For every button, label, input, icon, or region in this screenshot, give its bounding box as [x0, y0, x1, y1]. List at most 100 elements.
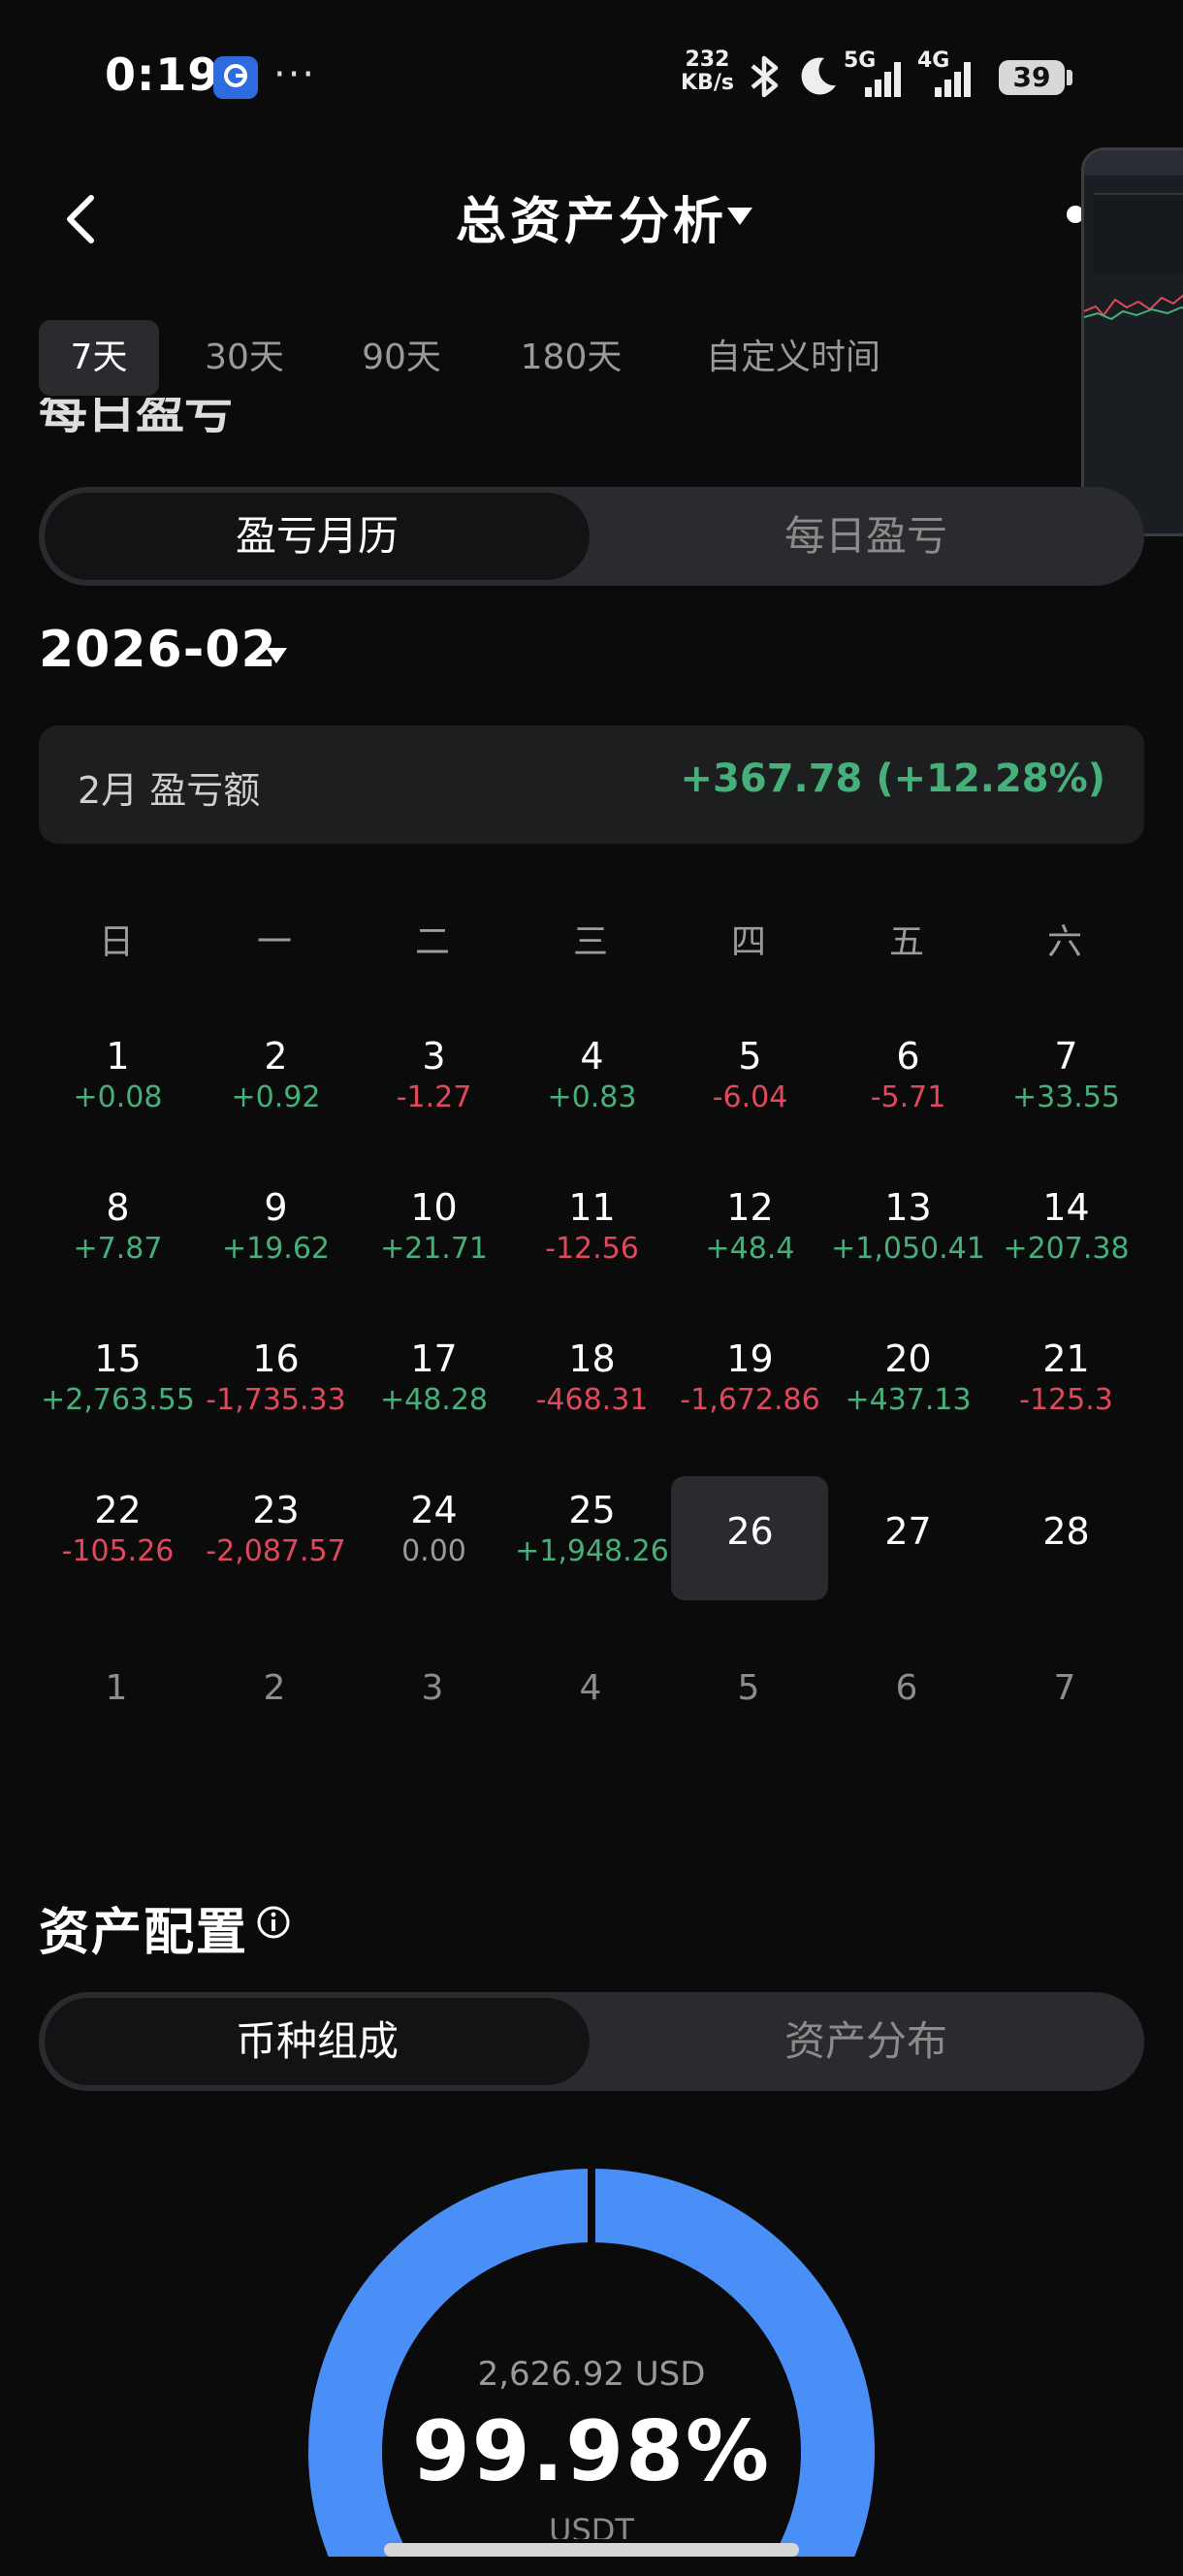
- calendar-day-number: 1: [106, 1035, 130, 1078]
- calendar-day[interactable]: 27: [829, 1509, 987, 1554]
- calendar-day-pnl: -12.56: [545, 1232, 639, 1266]
- calendar-day[interactable]: 12 +48.4: [671, 1185, 829, 1269]
- month-selector[interactable]: 2026-02: [39, 621, 277, 679]
- calendar-day[interactable]: 7 +33.55: [987, 1034, 1145, 1117]
- calendar-day[interactable]: 24 0.00: [355, 1488, 513, 1571]
- calendar-day-pnl: 0.00: [401, 1534, 466, 1568]
- calendar-day-pnl: +21.71: [379, 1232, 489, 1266]
- calendar-day-number: 17: [410, 1337, 458, 1380]
- monthly-summary-label: 2月 盈亏额: [78, 769, 261, 812]
- period-tab-7d[interactable]: 7天: [39, 320, 159, 396]
- calendar-day-pnl: +19.62: [221, 1232, 331, 1266]
- calendar-day-pnl: +0.92: [231, 1080, 321, 1114]
- calendar-day-pnl: +437.13: [845, 1383, 972, 1417]
- top-coin-name: USDT: [549, 2512, 634, 2539]
- calendar-day-pnl: -1,735.33: [206, 1383, 346, 1417]
- calendar-day-number: 7: [1054, 1035, 1078, 1078]
- calendar-day-number: 2: [264, 1035, 288, 1078]
- calendar-day-pnl: -125.3: [1019, 1383, 1113, 1417]
- period-tab-custom[interactable]: 自定义时间: [688, 320, 898, 396]
- calendar-day[interactable]: 17 +48.28: [355, 1336, 513, 1420]
- calendar-day-number: 27: [884, 1510, 932, 1553]
- calendar-day[interactable]: 16 -1,735.33: [197, 1336, 355, 1420]
- calendar-day-number: 22: [94, 1489, 142, 1531]
- calendar-day-pnl: -2,087.57: [206, 1534, 346, 1568]
- calendar-day-pnl: +2,763.55: [41, 1383, 195, 1417]
- calendar-day[interactable]: 28: [987, 1509, 1145, 1554]
- calendar-day-pnl: -468.31: [535, 1383, 649, 1417]
- next-month-day: 4: [579, 1668, 602, 1708]
- calendar-day[interactable]: 18 -468.31: [513, 1336, 671, 1420]
- calendar-day[interactable]: 5 -6.04: [671, 1034, 829, 1117]
- title-dropdown-icon[interactable]: [725, 206, 754, 227]
- calendar-day-pnl: -1.27: [396, 1080, 472, 1114]
- asset-distribution-tab[interactable]: 资产分布: [593, 1998, 1138, 2085]
- weekday-thu: 四: [730, 922, 766, 962]
- monthly-summary-value: +367.78 (+12.28%): [680, 757, 1105, 801]
- calendar-day-number: 19: [726, 1337, 774, 1380]
- calendar-day[interactable]: 4 +0.83: [513, 1034, 671, 1117]
- calendar-day-number: 5: [738, 1035, 762, 1078]
- calendar-day-pnl: +0.08: [73, 1080, 163, 1114]
- weekday-sun: 日: [98, 922, 134, 962]
- calendar-day[interactable]: 20 +437.13: [829, 1336, 987, 1420]
- calendar-day-number: 4: [580, 1035, 604, 1078]
- calendar-day[interactable]: 19 -1,672.86: [671, 1336, 829, 1420]
- calendar-day-number: 21: [1042, 1337, 1090, 1380]
- calendar-day-pnl: +1,948.26: [515, 1534, 669, 1568]
- page-title[interactable]: 总资产分析: [0, 180, 1183, 253]
- weekday-fri: 五: [888, 922, 924, 962]
- calendar-day[interactable]: 23 -2,087.57: [197, 1488, 355, 1571]
- calendar-day[interactable]: 1 +0.08: [39, 1034, 197, 1117]
- calendar-day[interactable]: 25 +1,948.26: [513, 1488, 671, 1571]
- signal-5g-icon: [865, 62, 901, 97]
- info-icon[interactable]: [256, 1905, 291, 1940]
- calendar-day[interactable]: 2 +0.92: [197, 1034, 355, 1117]
- next-month-day: 5: [737, 1668, 760, 1708]
- calendar-day-pnl: +207.38: [1003, 1232, 1130, 1266]
- calendar-day[interactable]: 10 +21.71: [355, 1185, 513, 1269]
- calendar-day[interactable]: 9 +19.62: [197, 1185, 355, 1269]
- weekday-wed: 三: [572, 922, 608, 962]
- allocation-view-toggle: 币种组成 资产分布: [39, 1992, 1144, 2091]
- calendar-day-number: 8: [106, 1186, 130, 1229]
- calendar-day-number: 14: [1042, 1186, 1090, 1229]
- total-asset-amount: 2,626.92 USD: [477, 2355, 706, 2394]
- calendar-day-number: 15: [94, 1337, 142, 1380]
- daily-pnl-section-title: 每日盈亏: [39, 398, 233, 436]
- pnl-calendar-tab[interactable]: 盈亏月历: [45, 493, 590, 580]
- calendar-day-number: 12: [726, 1186, 774, 1229]
- calendar-day-number: 25: [568, 1489, 616, 1531]
- calendar-day[interactable]: 13 +1,050.41: [829, 1185, 987, 1269]
- period-tab-90d[interactable]: 90天: [347, 320, 456, 396]
- calendar-day[interactable]: 11 -12.56: [513, 1185, 671, 1269]
- calendar-day-number: 26: [726, 1510, 774, 1553]
- next-month-day: 6: [895, 1668, 918, 1708]
- battery-icon: 39: [999, 60, 1072, 95]
- calendar-day-number: 6: [896, 1035, 920, 1078]
- calendar-day-number: 20: [884, 1337, 932, 1380]
- home-indicator[interactable]: [384, 2543, 799, 2557]
- calendar-day[interactable]: 15 +2,763.55: [39, 1336, 197, 1420]
- calendar-day[interactable]: 3 -1.27: [355, 1034, 513, 1117]
- weekday-tue: 二: [414, 922, 450, 962]
- period-tab-180d[interactable]: 180天: [506, 320, 636, 396]
- status-more-icon: ···: [273, 52, 317, 97]
- month-dropdown-icon[interactable]: [264, 646, 289, 665]
- floating-window-thumbnail[interactable]: [1081, 147, 1183, 536]
- calendar-day-pnl: -6.04: [712, 1080, 788, 1114]
- calendar-day[interactable]: 6 -5.71: [829, 1034, 987, 1117]
- calendar-day[interactable]: 8 +7.87: [39, 1185, 197, 1269]
- calendar-day-number: 18: [568, 1337, 616, 1380]
- calendar-day[interactable]: 14 +207.38: [987, 1185, 1145, 1269]
- calendar-day-today[interactable]: 26: [671, 1509, 829, 1554]
- coin-composition-tab[interactable]: 币种组成: [45, 1998, 590, 2085]
- net-speed: 232 KB/s: [681, 48, 734, 95]
- daily-pnl-tab[interactable]: 每日盈亏: [593, 493, 1138, 580]
- calendar-day[interactable]: 21 -125.3: [987, 1336, 1145, 1420]
- calendar-day-pnl: -1,672.86: [680, 1383, 820, 1417]
- calendar-day-number: 28: [1042, 1510, 1090, 1553]
- period-tab-30d[interactable]: 30天: [190, 320, 299, 396]
- calendar-day[interactable]: 22 -105.26: [39, 1488, 197, 1571]
- calendar-day-pnl: +33.55: [1011, 1080, 1121, 1114]
